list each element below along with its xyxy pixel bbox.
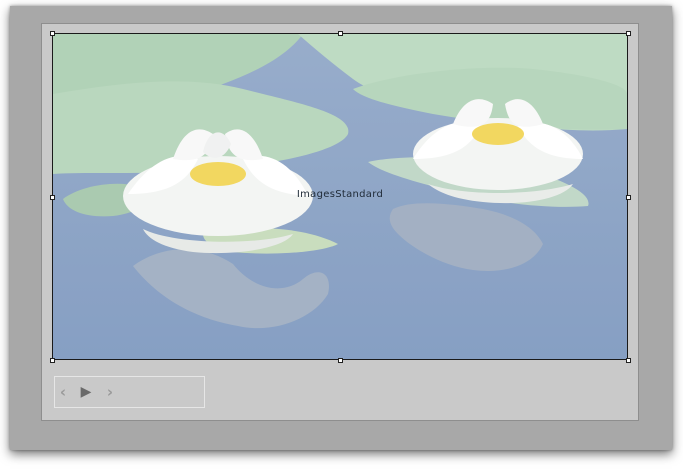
resize-handle-top-left[interactable] — [50, 31, 55, 36]
resize-handle-bottom-right[interactable] — [626, 358, 631, 363]
resize-handle-top-right[interactable] — [626, 31, 631, 36]
chevron-left-icon[interactable]: ‹ — [56, 383, 70, 401]
navigation-bar: ‹ ▶ › — [54, 376, 205, 408]
resize-handle-left[interactable] — [50, 195, 55, 200]
resize-handle-bottom[interactable] — [338, 358, 343, 363]
play-icon[interactable]: ▶ — [78, 383, 94, 401]
component-label: ImagesStandard — [296, 189, 384, 200]
resize-handle-right[interactable] — [626, 195, 631, 200]
resize-handle-bottom-left[interactable] — [50, 358, 55, 363]
image-viewer[interactable]: ImagesStandard — [52, 33, 628, 360]
chevron-right-icon[interactable]: › — [103, 383, 117, 401]
resize-handle-top[interactable] — [338, 31, 343, 36]
